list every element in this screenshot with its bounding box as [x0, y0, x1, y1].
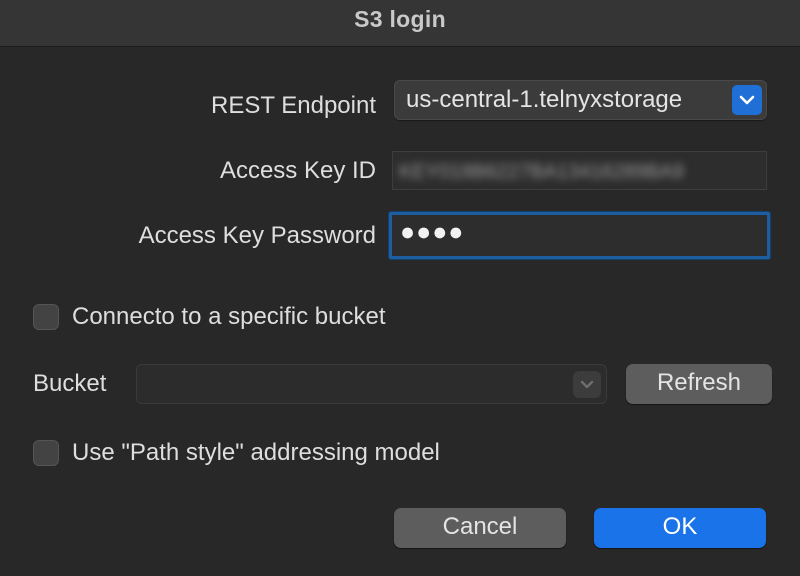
refresh-button[interactable]: Refresh — [626, 364, 772, 404]
path-style-label: Use "Path style" addressing model — [72, 439, 440, 466]
endpoint-label: REST Endpoint — [211, 92, 376, 119]
specific-bucket-label: Connecto to a specific bucket — [72, 303, 386, 330]
access-key-id-field[interactable]: KEY018B6227BA13416289BA9 — [392, 151, 767, 190]
endpoint-value: us-central-1.telnyxstorage — [406, 86, 683, 113]
access-key-id-label: Access Key ID — [219, 157, 376, 184]
access-key-id-value: KEY018B6227BA13416289BA9 — [399, 161, 684, 183]
password-value: ●●●● — [400, 218, 465, 246]
chevron-down-icon[interactable] — [573, 371, 601, 398]
bucket-combobox[interactable] — [136, 364, 607, 404]
password-label: Access Key Password — [138, 222, 376, 249]
password-field[interactable]: ●●●● — [389, 212, 770, 259]
path-style-checkbox[interactable] — [33, 440, 59, 466]
cancel-button[interactable]: Cancel — [394, 508, 566, 548]
specific-bucket-checkbox[interactable] — [33, 304, 59, 330]
s3-login-dialog: S3 login REST Endpoint us-central-1.teln… — [0, 0, 800, 576]
window-title: S3 login — [354, 6, 446, 32]
chevron-down-icon[interactable] — [732, 85, 762, 115]
ok-button[interactable]: OK — [594, 508, 766, 548]
endpoint-select[interactable]: us-central-1.telnyxstorage — [394, 80, 767, 120]
bucket-label: Bucket — [33, 370, 107, 397]
title-bar[interactable]: S3 login — [0, 0, 800, 47]
